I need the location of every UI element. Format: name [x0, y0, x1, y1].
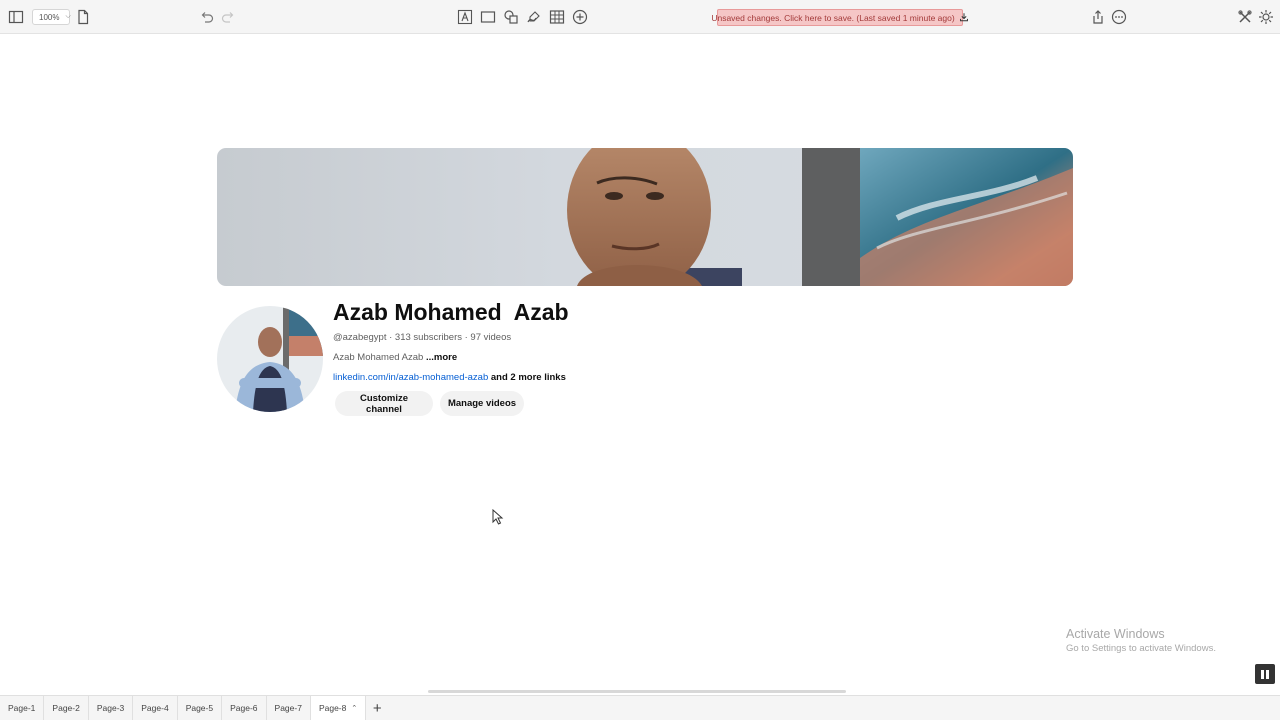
channel-description: Azab Mohamed Azab ...more — [333, 352, 457, 363]
unsaved-notice-text: Unsaved changes. Click here to save. (La… — [711, 12, 955, 23]
top-toolbar: 100% ⌵ Unsaved changes. Click here to sa… — [0, 0, 1280, 34]
tab-page-7[interactable]: Page-7 — [267, 696, 311, 720]
channel-description-text: Azab Mohamed Azab — [333, 352, 424, 363]
text-box-icon[interactable] — [456, 8, 474, 26]
settings-icon[interactable] — [1257, 8, 1275, 26]
download-icon — [959, 12, 969, 24]
mouse-cursor-icon — [492, 508, 504, 525]
watermark-subtitle: Go to Settings to activate Windows. — [1066, 643, 1216, 654]
pen-icon[interactable] — [525, 8, 543, 26]
tab-label: Page-1 — [8, 703, 36, 713]
manage-videos-button[interactable]: Manage videos — [440, 391, 524, 416]
tab-page-3[interactable]: Page-3 — [89, 696, 134, 720]
channel-links: linkedin.com/in/azab-mohamed-azab and 2 … — [333, 372, 566, 383]
more-icon[interactable] — [1110, 8, 1128, 26]
add-circle-icon[interactable] — [571, 8, 589, 26]
sidebar-toggle-icon[interactable] — [7, 8, 25, 26]
add-page-icon[interactable]: + — [366, 696, 388, 720]
more-link[interactable]: ...more — [426, 352, 457, 363]
share-icon[interactable] — [1089, 8, 1107, 26]
channel-banner-image — [217, 148, 1073, 286]
tab-page-5[interactable]: Page-5 — [178, 696, 223, 720]
more-links-link[interactable]: and 2 more links — [491, 372, 566, 383]
tab-page-8[interactable]: Page-8 ⌃ — [310, 696, 367, 720]
tab-label: Page-8 — [318, 703, 347, 713]
tab-page-1[interactable]: Page-1 — [0, 696, 45, 720]
chevron-down-icon: ⌵ — [65, 13, 71, 20]
tab-label: Page-2 — [52, 703, 80, 713]
tab-page-6[interactable]: Page-6 — [222, 696, 267, 720]
tab-label: Page-7 — [274, 703, 302, 713]
zoom-select[interactable]: 100% ⌵ — [32, 9, 71, 25]
table-icon[interactable] — [548, 8, 566, 26]
rectangle-icon[interactable] — [479, 8, 497, 26]
pause-icon[interactable] — [1255, 664, 1275, 684]
redo-icon[interactable] — [219, 8, 237, 26]
tab-page-4[interactable]: Page-4 — [133, 696, 178, 720]
shapes-icon[interactable] — [502, 8, 520, 26]
tab-label: Page-5 — [185, 703, 214, 713]
activate-windows-watermark: Activate Windows Go to Settings to activ… — [1066, 627, 1216, 654]
watermark-title: Activate Windows — [1066, 627, 1165, 641]
page-tabs: Page-1 Page-2 Page-3 Page-4 Page-5 Page-… — [0, 695, 1280, 720]
undo-icon[interactable] — [198, 8, 216, 26]
channel-name: Azab Mohamed Azab — [333, 299, 569, 325]
channel-avatar[interactable] — [217, 306, 323, 412]
horizontal-scrollbar[interactable] — [428, 690, 846, 693]
linkedin-link[interactable]: linkedin.com/in/azab-mohamed-azab — [333, 372, 488, 383]
document-canvas[interactable]: Azab Mohamed Azab @azabegypt · 313 subsc… — [0, 35, 1280, 695]
channel-meta: @azabegypt · 313 subscribers · 97 videos — [333, 332, 512, 343]
unsaved-changes-banner[interactable]: Unsaved changes. Click here to save. (La… — [711, 9, 968, 26]
zoom-value: 100% — [39, 12, 60, 22]
page-icon[interactable] — [74, 8, 92, 26]
tab-page-2[interactable]: Page-2 — [44, 696, 89, 720]
tools-icon[interactable] — [1236, 8, 1254, 26]
tab-label: Page-4 — [141, 703, 169, 713]
chevron-up-icon[interactable]: ⌃ — [351, 704, 357, 712]
customize-channel-button[interactable]: Customize channel — [335, 391, 433, 416]
tab-label: Page-6 — [230, 703, 258, 713]
tab-label: Page-3 — [96, 703, 125, 713]
